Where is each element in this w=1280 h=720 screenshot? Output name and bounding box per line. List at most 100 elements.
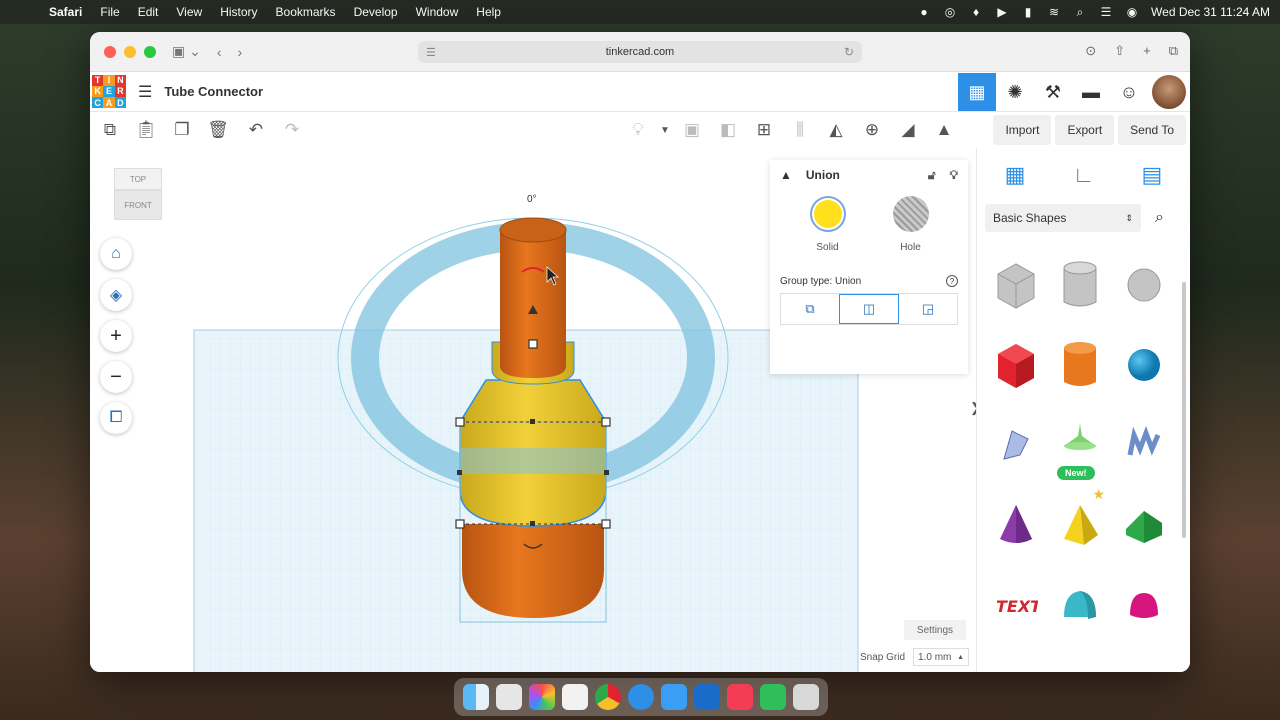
shape-sphere[interactable] (1113, 326, 1175, 404)
zoom-window-button[interactable] (144, 45, 156, 58)
siri-icon[interactable]: ◉ (1125, 5, 1139, 19)
shape-spinning-top[interactable]: New! (1049, 406, 1111, 484)
shape-paraboloid[interactable] (1113, 566, 1175, 644)
sim-lab-icon[interactable]: ⚒ (1034, 73, 1072, 111)
3d-view-icon[interactable]: ▦ (958, 73, 996, 111)
page-menu-icon[interactable]: ☰ (426, 46, 436, 59)
notes-tab-icon[interactable]: ▤ (1142, 162, 1163, 188)
shape-text-3d[interactable] (1113, 406, 1175, 484)
downloads-icon[interactable]: ⊙ (1085, 43, 1096, 59)
panel-scrollbar[interactable] (1182, 282, 1186, 538)
control-center-icon[interactable]: ☰ (1099, 5, 1113, 19)
photos-icon[interactable] (529, 684, 556, 710)
snap-grid-select[interactable]: 1.0 mm ▲ (913, 648, 970, 666)
align-icon[interactable]: ⫼ (782, 114, 818, 146)
design-title[interactable]: Tube Connector (164, 84, 263, 99)
group-icon[interactable]: ▣ (674, 114, 710, 146)
shape-cylinder[interactable] (1049, 326, 1111, 404)
search-icon[interactable]: ⌕ (1155, 209, 1164, 227)
orange-tube[interactable] (500, 230, 566, 378)
menu-bookmarks[interactable]: Bookmarks (276, 5, 336, 19)
ruler-tab-icon[interactable]: ∟ (1073, 162, 1095, 188)
mail-icon[interactable] (660, 684, 687, 710)
numbers-icon[interactable] (759, 684, 786, 710)
duplicate-icon[interactable]: ❐ (164, 114, 200, 146)
avatar[interactable] (1152, 75, 1186, 109)
lock-icon[interactable]: 🔓︎ (928, 168, 936, 183)
forward-icon[interactable]: › (238, 44, 243, 60)
home-view-icon[interactable]: ⌂ (100, 238, 132, 270)
orange-base-body[interactable] (462, 524, 604, 618)
cruise-icon[interactable]: ⊕ (854, 114, 890, 146)
shape-box[interactable] (985, 326, 1047, 404)
menu-file[interactable]: File (100, 5, 119, 19)
menu-window[interactable]: Window (416, 5, 459, 19)
reload-icon[interactable]: ↻ (844, 45, 854, 59)
visibility-bulb-icon[interactable]: 💡︎ (950, 168, 958, 183)
battery-icon[interactable]: ▮ (1021, 5, 1035, 19)
safari-icon[interactable] (627, 684, 654, 710)
finder-icon[interactable] (463, 684, 490, 710)
address-bar[interactable]: ☰ tinkercad.com ↻ (418, 41, 862, 63)
menu-help[interactable]: Help (476, 5, 501, 19)
send-to-button[interactable]: Send To (1118, 115, 1186, 145)
view-cube-front[interactable]: FRONT (114, 190, 162, 220)
shape-text[interactable]: TEXT (985, 566, 1047, 644)
dropdown-chevron-icon[interactable]: ▼ (656, 114, 674, 146)
workplane-icon[interactable]: ⊞ (746, 114, 782, 146)
delete-icon[interactable]: 🗑︎ (200, 114, 236, 146)
light-bulb-icon[interactable]: 💡︎ (620, 114, 656, 146)
close-window-button[interactable] (104, 45, 116, 58)
shape-roof[interactable] (1113, 486, 1175, 564)
ungroup-icon[interactable]: ◧ (710, 114, 746, 146)
outlook-icon[interactable] (693, 684, 720, 710)
group-type-union-icon[interactable]: ◫ (839, 294, 899, 324)
view-cube-top[interactable]: TOP (114, 168, 162, 190)
shape-cone[interactable] (985, 486, 1047, 564)
minimize-window-button[interactable] (124, 45, 136, 58)
shape-sphere-hole[interactable] (1113, 246, 1175, 324)
shape-half-cylinder[interactable] (1049, 566, 1111, 644)
wifi-icon[interactable]: ≋ (1047, 5, 1061, 19)
shape-pyramid[interactable]: ★ (1049, 486, 1111, 564)
group-type-shapes-icon[interactable]: ⧉ (781, 294, 839, 324)
bricks-icon[interactable]: ▬ (1072, 73, 1110, 111)
solid-option[interactable]: Solid (809, 196, 846, 253)
view-cube[interactable]: TOP FRONT (114, 168, 164, 228)
menubar-datetime[interactable]: Wed Dec 31 11:24 AM (1151, 5, 1270, 19)
back-icon[interactable]: ‹ (217, 44, 222, 60)
shape-box-hole[interactable] (985, 246, 1047, 324)
add-user-icon[interactable]: ☺ (1110, 73, 1148, 111)
library-dropdown[interactable]: Basic Shapes ⇕ (985, 204, 1141, 232)
shape-scribble[interactable] (985, 406, 1047, 484)
zoom-out-icon[interactable]: − (100, 361, 132, 393)
record-icon[interactable]: ● (917, 5, 931, 19)
share-icon[interactable]: ⇧ (1114, 43, 1125, 59)
import-button[interactable]: Import (993, 115, 1052, 145)
play-icon[interactable]: ▶ (995, 5, 1009, 19)
shape-cylinder-hole[interactable] (1049, 246, 1111, 324)
design-menu-icon[interactable]: ☰ (138, 82, 152, 102)
new-tab-icon[interactable]: + (1143, 43, 1151, 59)
sidebar-toggle-icon[interactable]: ▣ ⌄ (172, 43, 201, 60)
trash-icon[interactable] (792, 684, 819, 710)
tinkercad-logo[interactable]: TIN KER CAD (92, 74, 126, 109)
notes-app-icon[interactable] (562, 684, 589, 710)
hole-option[interactable]: Hole (892, 196, 929, 253)
workspace-canvas[interactable]: 0° TOP FRONT ⌂ ◈ + − ⧠ ▲ Union 🔓︎ 💡︎ Sol… (90, 148, 976, 672)
paste-icon[interactable]: 📋︎ (128, 114, 164, 146)
menu-app-name[interactable]: Safari (49, 5, 82, 19)
launchpad-icon[interactable] (496, 684, 523, 710)
perspective-icon[interactable]: ⧠ (100, 402, 132, 434)
workplane-tab-icon[interactable]: ▦ (1005, 162, 1026, 188)
undo-icon[interactable]: ↶ (238, 114, 274, 146)
zoom-in-icon[interactable]: + (100, 320, 132, 352)
hole-swatch[interactable] (892, 196, 929, 232)
mirror-icon[interactable]: ◭ (818, 114, 854, 146)
menu-develop[interactable]: Develop (354, 5, 398, 19)
drop-icon[interactable]: ♦ (969, 5, 983, 19)
solid-swatch[interactable] (809, 196, 846, 232)
ruler-icon[interactable]: ◢ (890, 114, 926, 146)
collapse-caret-icon[interactable]: ▲ (780, 168, 792, 182)
settings-button[interactable]: Settings (904, 620, 966, 640)
